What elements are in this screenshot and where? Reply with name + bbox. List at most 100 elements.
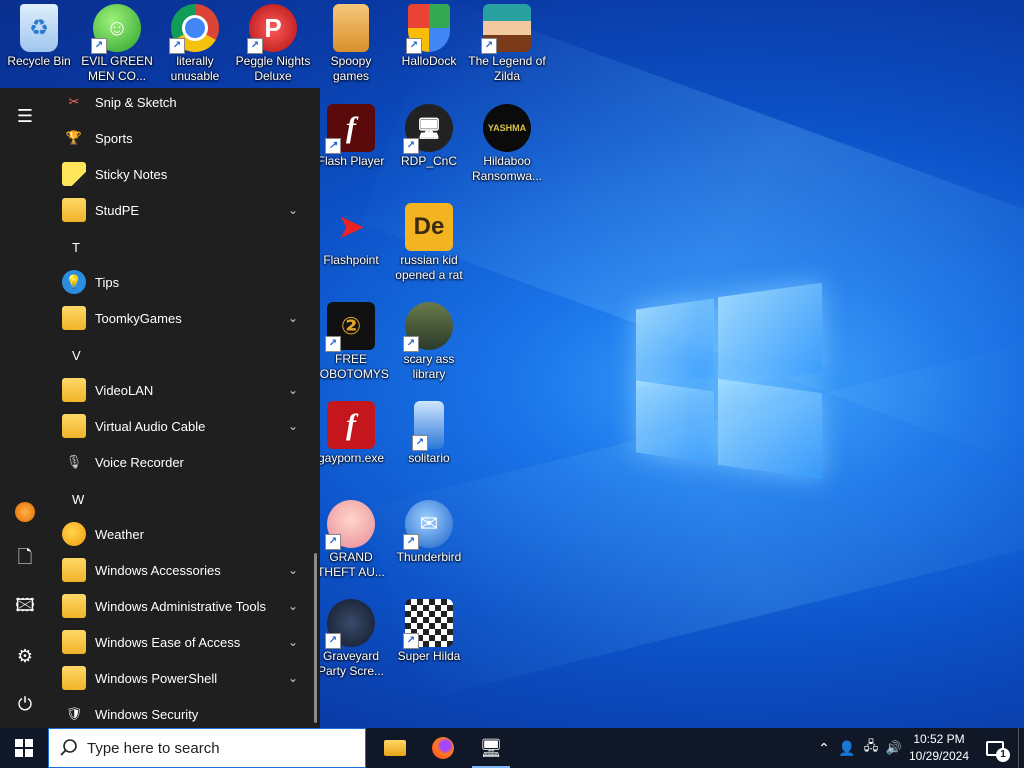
- desktop-icon-legend-of-zilda[interactable]: ↗ The Legend of Zilda: [468, 0, 546, 84]
- app-voice-recorder[interactable]: 🎙 Voice Recorder: [62, 444, 310, 480]
- start-menu-rail: ☰ 🗋 🖾 ⚙ ⏻: [0, 88, 50, 728]
- user-tray-icon[interactable]: 👤: [836, 728, 858, 768]
- anime-character-icon: ↗: [325, 500, 375, 550]
- shortcut-arrow-icon: ↗: [325, 138, 341, 154]
- desktop-icon-free-lobotomys[interactable]: ② ↗ FREE LOBOTOMYS: [312, 298, 390, 382]
- settings-gear-icon[interactable]: ⚙: [13, 644, 37, 668]
- taskbar-firefox[interactable]: [420, 728, 466, 768]
- network-icon[interactable]: 🖧: [860, 728, 882, 768]
- app-virtual-audio-cable[interactable]: Virtual Audio Cable ⌄: [62, 408, 310, 444]
- app-windows-administrative-tools[interactable]: Windows Administrative Tools ⌄: [62, 588, 310, 624]
- shortcut-arrow-icon: ↗: [403, 336, 419, 352]
- folder-icon: [62, 306, 86, 330]
- app-windows-security[interactable]: 🛡 Windows Security: [62, 696, 310, 732]
- folder-icon: [62, 630, 86, 654]
- sticky-note-icon: [62, 162, 86, 186]
- chevron-down-icon[interactable]: ⌄: [288, 671, 298, 685]
- desktop-icon-spoopy-games[interactable]: Spoopy games: [312, 0, 390, 84]
- desktop-icon-rdp-cnc[interactable]: 🖥 ↗ RDP_CnC: [390, 100, 468, 169]
- desktop-icon-russian-kid[interactable]: De russian kid opened a rat: [390, 199, 468, 283]
- chevron-down-icon[interactable]: ⌄: [288, 635, 298, 649]
- shortcut-arrow-icon: ↗: [247, 38, 263, 54]
- desktop-icon-scary-ass-library[interactable]: ↗ scary ass library: [390, 298, 468, 382]
- shortcut-arrow-icon: ↗: [403, 534, 419, 550]
- app-weather[interactable]: Weather: [62, 516, 310, 552]
- section-letter-v[interactable]: V: [72, 348, 81, 363]
- thunderbird-icon: ✉ ↗: [403, 500, 453, 550]
- app-sports[interactable]: 🏆 Sports: [62, 120, 310, 156]
- app-studpe[interactable]: StudPE ⌄: [62, 192, 310, 228]
- desktop-icon-hallodock[interactable]: ↗ HalloDock: [390, 0, 468, 69]
- windows-logo-icon: [15, 739, 33, 757]
- shortcut-arrow-icon: ↗: [481, 38, 497, 54]
- chevron-down-icon[interactable]: ⌄: [288, 203, 298, 217]
- app-windows-accessories[interactable]: Windows Accessories ⌄: [62, 552, 310, 588]
- taskbar-file-explorer[interactable]: [372, 728, 418, 768]
- desktop-icon-evil-green-men[interactable]: ☺ ↗ EVIL GREEN MEN CO...: [78, 0, 156, 84]
- pixel-art-icon: ↗: [403, 599, 453, 649]
- search-placeholder: Type here to search: [87, 739, 220, 757]
- show-desktop-button[interactable]: [1018, 728, 1024, 768]
- show-hidden-icons-chevron[interactable]: ⌃: [814, 728, 834, 768]
- folder-icon: [333, 4, 369, 52]
- remote-desktop-icon: 🖥 ↗: [403, 104, 453, 154]
- hamburger-menu-icon[interactable]: ☰: [13, 104, 37, 128]
- shortcut-arrow-icon: ↗: [91, 38, 107, 54]
- taskbar-search-box[interactable]: Type here to search: [48, 728, 366, 768]
- notification-center-button[interactable]: 1: [980, 728, 1010, 768]
- weather-sun-icon: [62, 522, 86, 546]
- taskbar-remote-desktop[interactable]: 🖥: [468, 728, 514, 768]
- app-videolan[interactable]: VideoLAN ⌄: [62, 372, 310, 408]
- app-windows-powershell[interactable]: Windows PowerShell ⌄: [62, 660, 310, 696]
- desktop-icon-thunderbird[interactable]: ✉ ↗ Thunderbird: [390, 496, 468, 565]
- start-menu: ☰ 🗋 🖾 ⚙ ⏻ ✂ Snip & Sketch 🏆 Sports Stick…: [0, 88, 320, 728]
- chevron-down-icon[interactable]: ⌄: [288, 419, 298, 433]
- section-letter-w[interactable]: W: [72, 492, 84, 507]
- lightbulb-icon: 💡: [62, 270, 86, 294]
- pictures-icon[interactable]: 🖾: [13, 595, 37, 620]
- shortcut-arrow-icon: ↗: [325, 633, 341, 649]
- clock-date: 10/29/2024: [908, 749, 970, 763]
- app-snip-sketch[interactable]: ✂ Snip & Sketch: [62, 84, 310, 120]
- notification-icon: 1: [986, 740, 1010, 762]
- app-sticky-notes[interactable]: Sticky Notes: [62, 156, 310, 192]
- section-letter-t[interactable]: T: [72, 240, 80, 255]
- yashma-icon: YASHMA: [483, 104, 531, 152]
- shortcut-arrow-icon: ↗: [325, 534, 341, 550]
- taskbar-clock[interactable]: 10:52 PM 10/29/2024: [900, 731, 978, 765]
- app-toomkygames[interactable]: ToomkyGames ⌄: [62, 300, 310, 336]
- shortcut-arrow-icon: ↗: [412, 435, 428, 451]
- chevron-down-icon[interactable]: ⌄: [288, 383, 298, 397]
- desktop-icon-super-hilda[interactable]: ↗ Super Hilda: [390, 595, 468, 664]
- desktop-icon-peggle-nights[interactable]: P ↗ Peggle Nights Deluxe: [234, 0, 312, 84]
- flash-icon: f: [327, 401, 375, 449]
- desktop-icon-flashpoint[interactable]: ➤ Flashpoint: [312, 199, 390, 268]
- desktop-icon-flash-player[interactable]: f ↗ Flash Player: [312, 100, 390, 169]
- desktop-icon-solitario[interactable]: ↗ solitario: [390, 397, 468, 466]
- desktop-icon-grand-theft[interactable]: ↗ GRAND THEFT AU...: [312, 496, 390, 580]
- desktop-icon-graveyard-party[interactable]: ↗ Graveyard Party Scre...: [312, 595, 390, 679]
- desktop-icon-gayporn-exe[interactable]: f gayporn.exe: [312, 397, 390, 466]
- chevron-down-icon[interactable]: ⌄: [288, 599, 298, 613]
- shortcut-arrow-icon: ↗: [403, 138, 419, 154]
- firefox-icon: [432, 737, 454, 759]
- documents-icon[interactable]: 🗋: [13, 547, 37, 572]
- user-avatar[interactable]: [13, 500, 37, 524]
- app-windows-ease-of-access[interactable]: Windows Ease of Access ⌄: [62, 624, 310, 660]
- desktop-icon-literally-unusable[interactable]: ↗ literally unusable: [156, 0, 234, 84]
- chevron-down-icon[interactable]: ⌄: [288, 311, 298, 325]
- desktop-icon-hildaboo[interactable]: YASHMA Hildaboo Ransomwa...: [468, 100, 546, 184]
- shield-icon: 🛡: [65, 706, 83, 721]
- chevron-down-icon[interactable]: ⌄: [288, 563, 298, 577]
- solitaire-icon: ↗: [412, 401, 444, 451]
- de-icon: De: [405, 203, 453, 251]
- start-button[interactable]: [0, 728, 48, 768]
- notification-count-badge: 1: [996, 747, 1010, 762]
- app-tips[interactable]: 💡 Tips: [62, 264, 310, 300]
- power-icon[interactable]: ⏻: [13, 692, 37, 716]
- trophy-icon: 🏆: [65, 130, 83, 145]
- folder-icon: [62, 666, 86, 690]
- desktop-icon-recycle-bin[interactable]: ♻ Recycle Bin: [0, 0, 78, 69]
- start-menu-scrollbar[interactable]: [314, 553, 317, 723]
- shortcut-arrow-icon: ↗: [403, 633, 419, 649]
